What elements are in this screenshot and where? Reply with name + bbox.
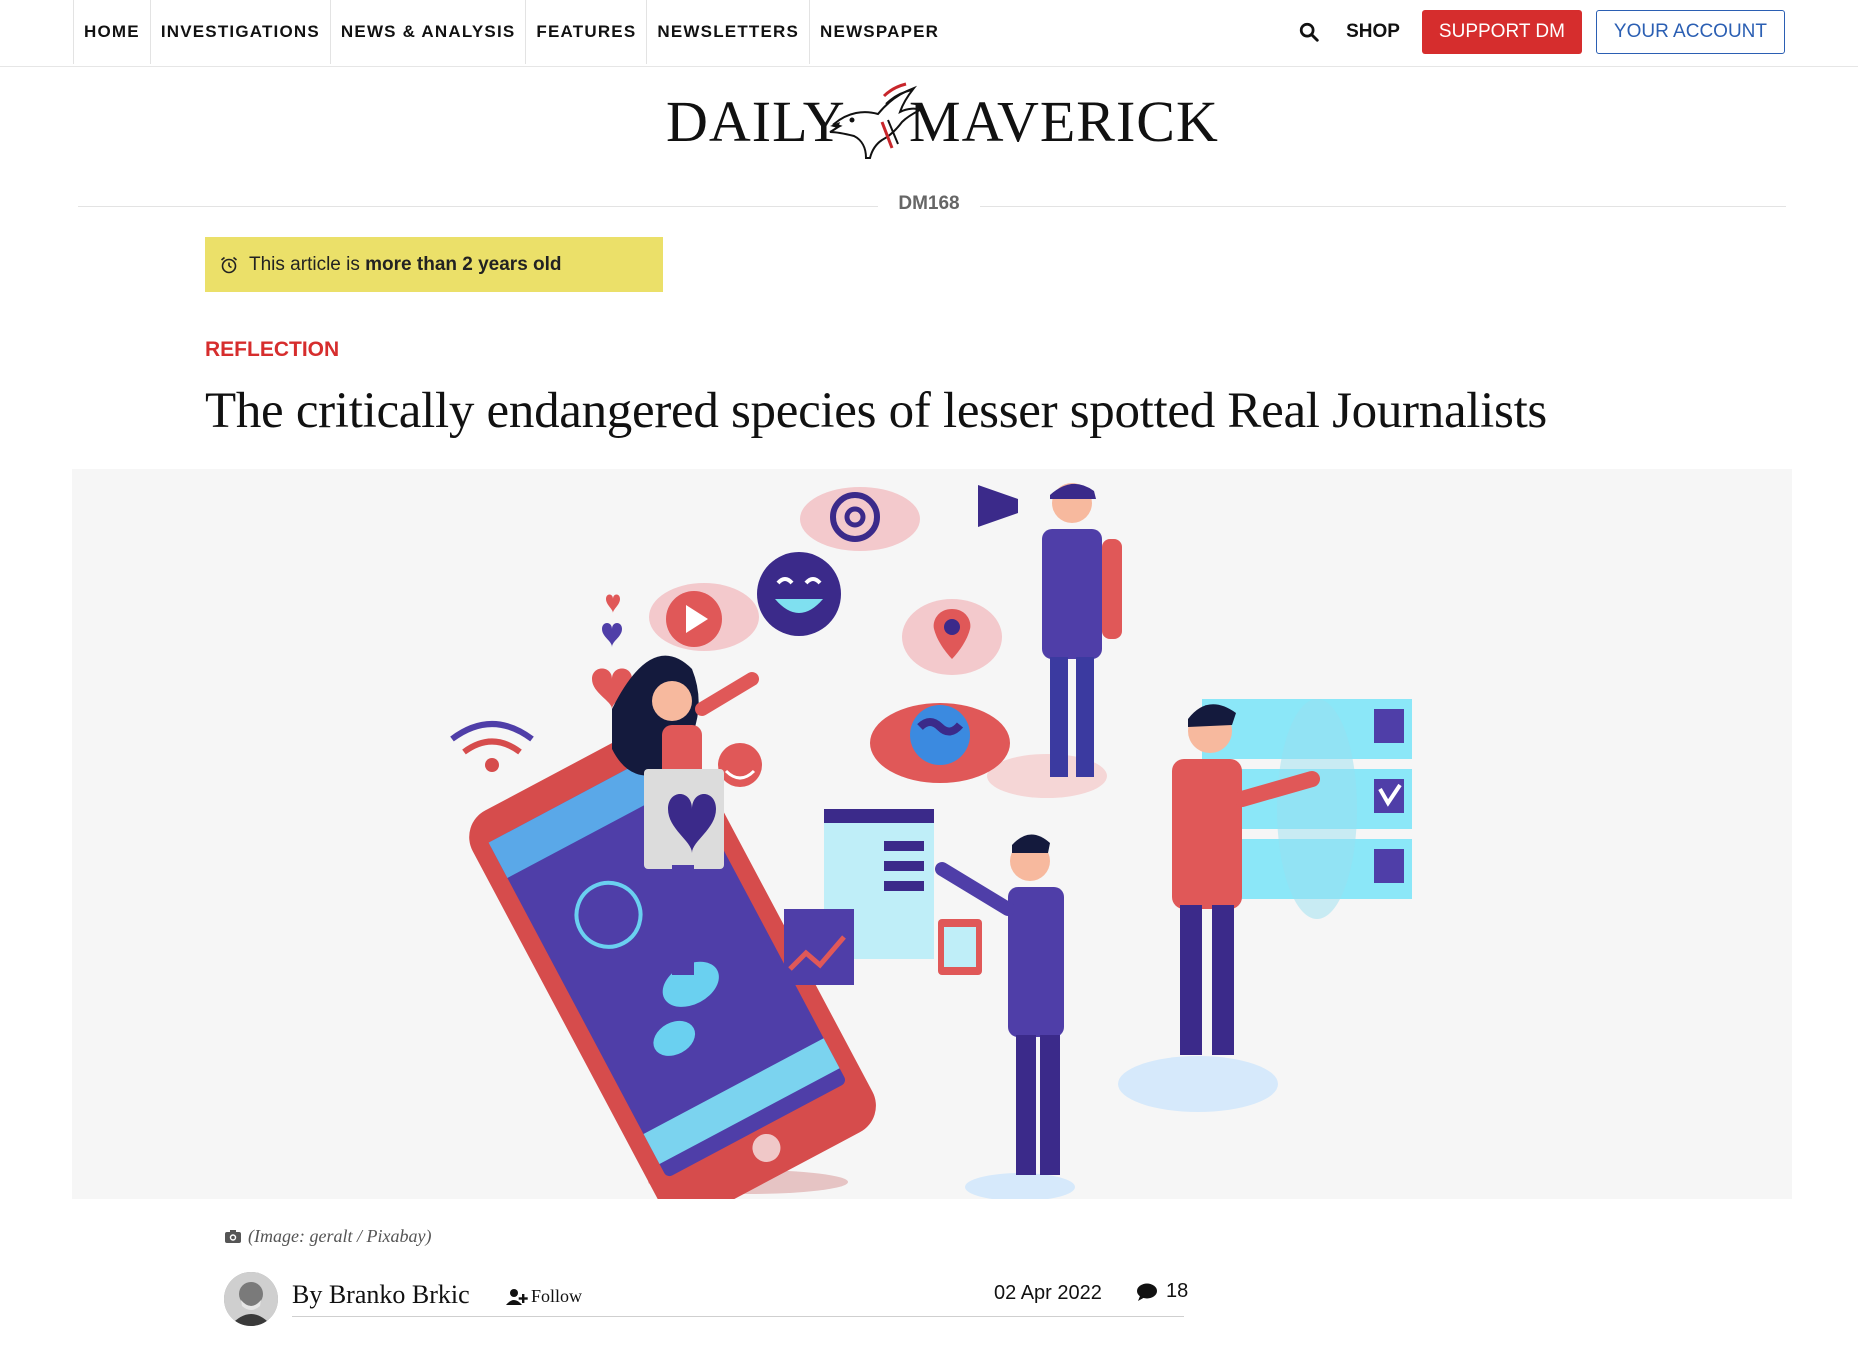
age-notice-emphasis: more than 2 years old xyxy=(365,253,562,275)
article-age-notice: This article is more than 2 years old xyxy=(205,237,663,292)
article-category[interactable]: REFLECTION xyxy=(205,338,339,362)
age-notice-prefix: This article is xyxy=(249,253,360,275)
nav-item-news-analysis[interactable]: NEWS & ANALYSIS xyxy=(329,0,526,64)
image-caption-text: (Image: geralt / Pixabay) xyxy=(248,1226,432,1246)
follow-label: Follow xyxy=(531,1286,583,1306)
nav-item-newspaper[interactable]: NEWSPAPER xyxy=(809,0,949,64)
comments-link[interactable]: 18 xyxy=(1136,1280,1188,1303)
logo-word-maverick: MAVERICK xyxy=(909,89,1219,154)
shop-link[interactable]: SHOP xyxy=(1346,21,1400,43)
top-navigation-bar: HOME INVESTIGATIONS NEWS & ANALYSIS FEAT… xyxy=(0,0,1858,67)
article-hero-image xyxy=(72,469,1792,1199)
alarm-clock-icon xyxy=(220,256,238,273)
your-account-button[interactable]: YOUR ACCOUNT xyxy=(1595,10,1785,54)
eagle-logo-icon xyxy=(829,82,922,159)
author-name-link[interactable]: Branko Brkic xyxy=(329,1280,470,1309)
byline-prefix: By xyxy=(292,1280,323,1309)
publish-date: 02 Apr 2022 xyxy=(994,1282,1102,1304)
logo-word-daily: DAILY xyxy=(666,89,846,154)
follow-author-button[interactable]: Follow xyxy=(506,1286,582,1307)
daily-maverick-logo[interactable]: DAILY MAVERICK xyxy=(666,82,1218,162)
section-tag-wrapper: DM168 xyxy=(0,193,1858,215)
utility-nav: SHOP SUPPORT DM YOUR ACCOUNT xyxy=(1298,0,1785,64)
camera-icon xyxy=(225,1230,241,1243)
nav-item-newsletters[interactable]: NEWSLETTERS xyxy=(646,0,809,64)
comment-count: 18 xyxy=(1166,1280,1189,1302)
article-headline: The critically endangered species of les… xyxy=(205,383,1547,439)
comment-bubble-icon xyxy=(1137,1283,1157,1301)
image-caption: (Image: geralt / Pixabay) xyxy=(224,1226,431,1247)
section-tag-dm168[interactable]: DM168 xyxy=(878,193,980,214)
main-nav: HOME INVESTIGATIONS NEWS & ANALYSIS FEAT… xyxy=(73,0,949,64)
nav-item-features[interactable]: FEATURES xyxy=(525,0,646,64)
byline-text: By Branko Brkic xyxy=(292,1280,470,1310)
social-media-illustration xyxy=(450,483,1412,1199)
add-user-icon xyxy=(506,1288,528,1305)
byline-divider xyxy=(292,1316,1184,1317)
author-avatar[interactable] xyxy=(224,1272,278,1326)
article-byline: By Branko Brkic Follow 02 Apr 2022 18 xyxy=(224,1270,1188,1330)
nav-item-home[interactable]: HOME xyxy=(73,0,150,64)
search-icon[interactable] xyxy=(1298,21,1320,43)
nav-item-investigations[interactable]: INVESTIGATIONS xyxy=(149,0,330,64)
support-dm-button[interactable]: SUPPORT DM xyxy=(1421,10,1582,54)
